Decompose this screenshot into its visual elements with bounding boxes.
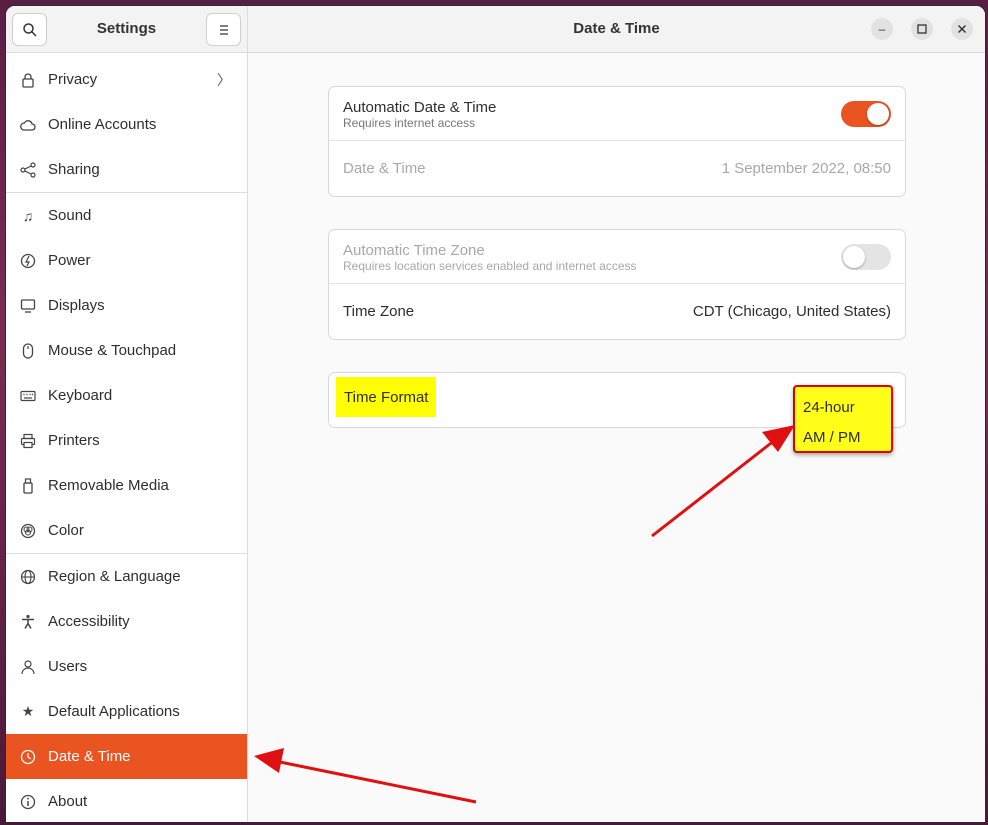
switch-knob <box>843 246 865 268</box>
auto-timezone-row: Automatic Time Zone Requires location se… <box>329 230 905 284</box>
info-icon <box>20 794 36 810</box>
keyboard-icon <box>20 388 36 404</box>
time-format-popover: 24-hour AM / PM <box>793 385 893 453</box>
sidebar-item-printers[interactable]: Printers <box>6 418 247 463</box>
share-icon <box>20 161 36 178</box>
sidebar-item-label: Removable Media <box>48 477 169 494</box>
close-icon <box>958 25 966 33</box>
printer-icon <box>20 433 36 449</box>
switch-knob <box>867 103 889 125</box>
sidebar-item-default-applications[interactable]: ★ Default Applications <box>6 689 247 734</box>
timezone-row[interactable]: Time Zone CDT (Chicago, United States) <box>329 284 905 338</box>
maximize-icon <box>917 24 927 34</box>
sidebar-item-online-accounts[interactable]: Online Accounts <box>6 102 247 147</box>
sidebar-item-label: Users <box>48 658 88 675</box>
settings-window: Settings Privacy 〉 Online Accounts Shari… <box>5 5 986 823</box>
sidebar-item-label: Date & Time <box>48 748 131 765</box>
music-note-icon: ♫ <box>22 207 34 224</box>
sidebar-item-mouse-touchpad[interactable]: Mouse & Touchpad <box>6 328 247 373</box>
main-panel: Date & Time – Automatic Date & Time Requ… <box>248 6 985 822</box>
menu-button[interactable] <box>206 13 241 46</box>
sidebar-item-label: Mouse & Touchpad <box>48 342 177 359</box>
sidebar-item-label: Keyboard <box>48 387 113 404</box>
time-format-option-24h[interactable]: 24-hour <box>803 399 855 416</box>
auto-timezone-sub: Requires location services enabled and i… <box>343 259 637 273</box>
datetime-label: Date & Time <box>343 160 426 177</box>
auto-timezone-switch <box>841 244 891 270</box>
accessibility-icon <box>20 614 36 630</box>
mouse-icon <box>20 342 36 359</box>
display-icon <box>20 298 36 314</box>
sidebar-item-color[interactable]: Color <box>6 508 247 553</box>
color-icon <box>20 523 36 539</box>
auto-datetime-sub: Requires internet access <box>343 116 476 130</box>
auto-datetime-switch[interactable] <box>841 101 891 127</box>
user-icon <box>20 659 36 675</box>
sidebar-item-users[interactable]: Users <box>6 644 247 689</box>
timezone-card: Automatic Time Zone Requires location se… <box>328 229 906 340</box>
timezone-value: CDT (Chicago, United States) <box>692 303 891 320</box>
sidebar-item-power[interactable]: Power <box>6 238 247 283</box>
lock-icon <box>20 72 36 88</box>
sidebar-item-label: Region & Language <box>48 568 181 585</box>
sidebar-item-label: Displays <box>48 297 105 314</box>
hamburger-icon <box>219 24 228 35</box>
sidebar-item-label: Printers <box>48 432 100 449</box>
time-format-label: Time Format <box>336 377 437 417</box>
sidebar-item-label: Sharing <box>48 161 100 178</box>
sidebar-item-label: Accessibility <box>48 613 130 630</box>
sidebar-item-accessibility[interactable]: Accessibility <box>6 599 247 644</box>
auto-datetime-row[interactable]: Automatic Date & Time Requires internet … <box>329 87 905 141</box>
timezone-label: Time Zone <box>343 303 415 320</box>
auto-datetime-card: Automatic Date & Time Requires internet … <box>328 86 906 197</box>
sidebar-item-label: Online Accounts <box>48 116 157 133</box>
auto-datetime-label: Automatic Date & Time <box>343 99 497 116</box>
main-header: Date & Time – <box>248 6 985 53</box>
minimize-button[interactable]: – <box>871 18 893 40</box>
clock-icon <box>20 749 36 765</box>
close-button[interactable] <box>951 18 973 40</box>
datetime-row: Date & Time 1 September 2022, 08:50 <box>329 141 905 195</box>
minimize-icon: – <box>878 22 886 36</box>
sidebar-item-label: Sound <box>48 207 92 224</box>
sidebar-item-privacy[interactable]: Privacy 〉 <box>6 57 247 102</box>
power-icon <box>20 253 36 269</box>
sidebar-header: Settings <box>6 6 247 53</box>
usb-drive-icon <box>20 477 36 494</box>
sidebar-item-label: Privacy <box>48 71 98 88</box>
sidebar-item-about[interactable]: About <box>6 779 247 822</box>
sidebar-item-sharing[interactable]: Sharing <box>6 147 247 192</box>
sidebar-item-sound[interactable]: ♫ Sound <box>6 193 247 238</box>
maximize-button[interactable] <box>911 18 933 40</box>
sidebar-item-label: Default Applications <box>48 703 180 720</box>
sidebar-item-displays[interactable]: Displays <box>6 283 247 328</box>
cloud-icon <box>20 117 36 133</box>
sidebar-item-label: Power <box>48 252 91 269</box>
chevron-right-icon: 〉 <box>217 71 231 88</box>
sidebar-item-label: About <box>48 793 88 810</box>
datetime-value: 1 September 2022, 08:50 <box>721 160 891 177</box>
sidebar: Settings Privacy 〉 Online Accounts Shari… <box>6 6 248 822</box>
globe-icon <box>20 569 36 585</box>
sidebar-item-keyboard[interactable]: Keyboard <box>6 373 247 418</box>
sidebar-item-removable-media[interactable]: Removable Media <box>6 463 247 508</box>
auto-timezone-label: Automatic Time Zone <box>343 242 485 259</box>
sidebar-item-region-language[interactable]: Region & Language <box>6 554 247 599</box>
time-format-option-ampm[interactable]: AM / PM <box>803 429 861 446</box>
sidebar-item-date-time[interactable]: Date & Time <box>6 734 247 779</box>
star-icon: ★ <box>21 703 35 719</box>
sidebar-item-label: Color <box>48 522 84 539</box>
